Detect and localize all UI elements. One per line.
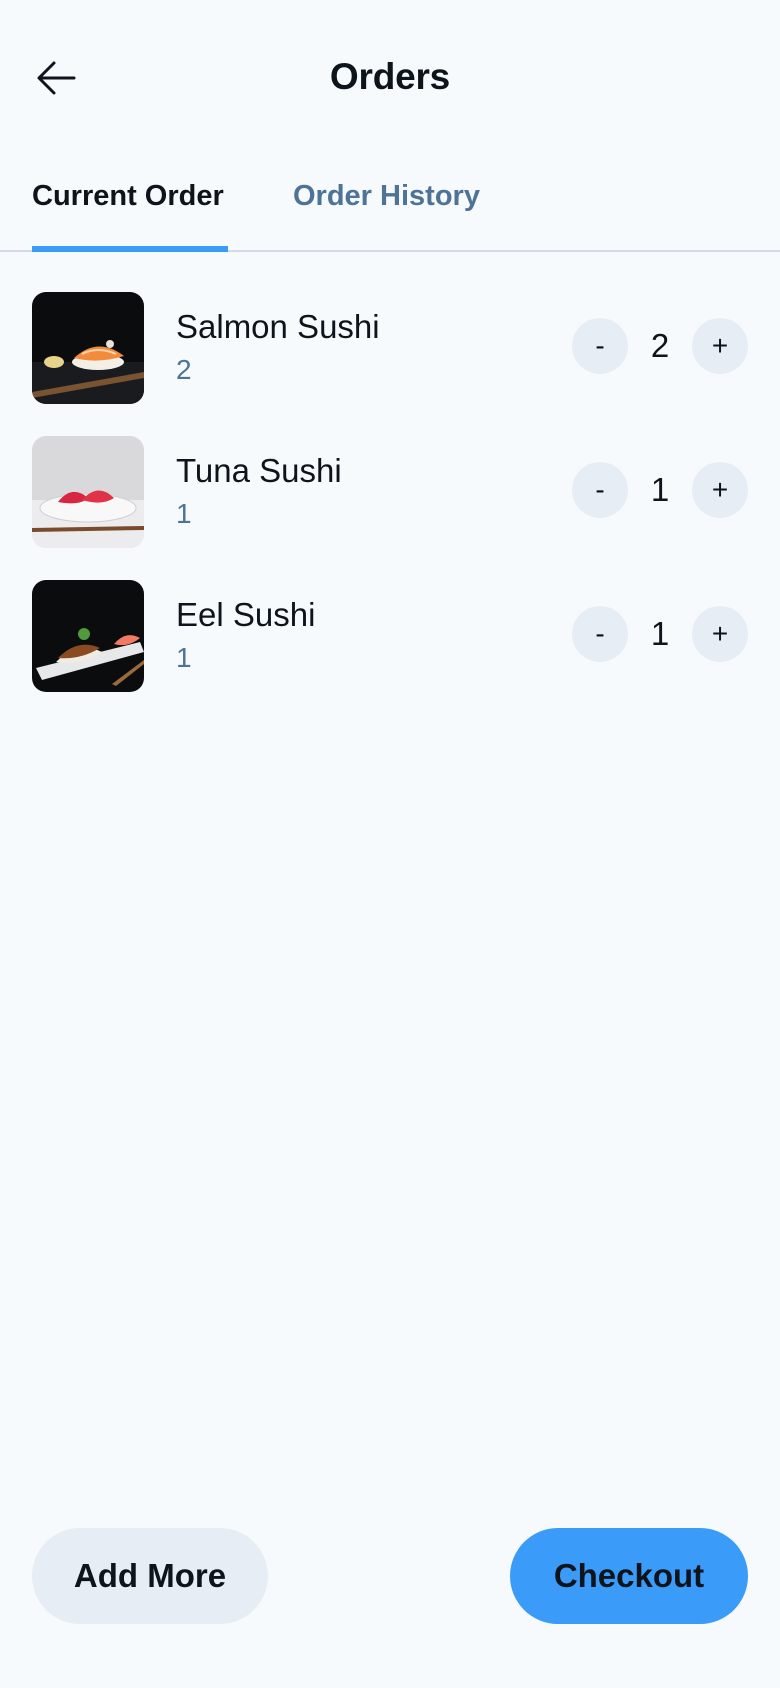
decrease-button[interactable]: - [572, 606, 628, 662]
quantity-value: 2 [650, 327, 670, 364]
header: Orders [0, 0, 780, 160]
quantity-stepper: - 1 + [572, 606, 748, 662]
tab-order-history[interactable]: Order History [293, 180, 480, 250]
order-item: Eel Sushi 1 - 1 + [0, 578, 780, 722]
order-item: Tuna Sushi 1 - 1 + [0, 434, 780, 578]
decrease-button[interactable]: - [572, 462, 628, 518]
eel-sushi-image [32, 580, 144, 692]
item-name: Tuna Sushi [176, 452, 342, 489]
order-item: Salmon Sushi 2 - 2 + [0, 290, 780, 434]
increase-button[interactable]: + [692, 318, 748, 374]
item-name: Eel Sushi [176, 596, 316, 633]
checkout-button[interactable]: Checkout [510, 1528, 748, 1624]
quantity-value: 1 [650, 615, 670, 652]
page-title: Orders [329, 56, 451, 97]
item-quantity-label: 1 [176, 498, 192, 529]
increase-button[interactable]: + [692, 606, 748, 662]
salmon-sushi-image [32, 292, 144, 404]
tab-current-order[interactable]: Current Order [32, 180, 228, 252]
increase-button[interactable]: + [692, 462, 748, 518]
orders-screen: Orders Current Order Order History Salmo… [0, 0, 780, 1688]
item-quantity-label: 2 [176, 354, 192, 385]
add-more-button[interactable]: Add More [32, 1528, 268, 1624]
item-name: Salmon Sushi [176, 308, 380, 345]
order-list: Salmon Sushi 2 - 2 + Tuna Sushi 1 - 1 + … [0, 290, 780, 722]
decrease-button[interactable]: - [572, 318, 628, 374]
quantity-value: 1 [650, 471, 670, 508]
tab-bar: Current Order Order History [0, 168, 780, 252]
quantity-stepper: - 2 + [572, 318, 748, 374]
quantity-stepper: - 1 + [572, 462, 748, 518]
item-quantity-label: 1 [176, 642, 192, 673]
tuna-sushi-image [32, 436, 144, 548]
